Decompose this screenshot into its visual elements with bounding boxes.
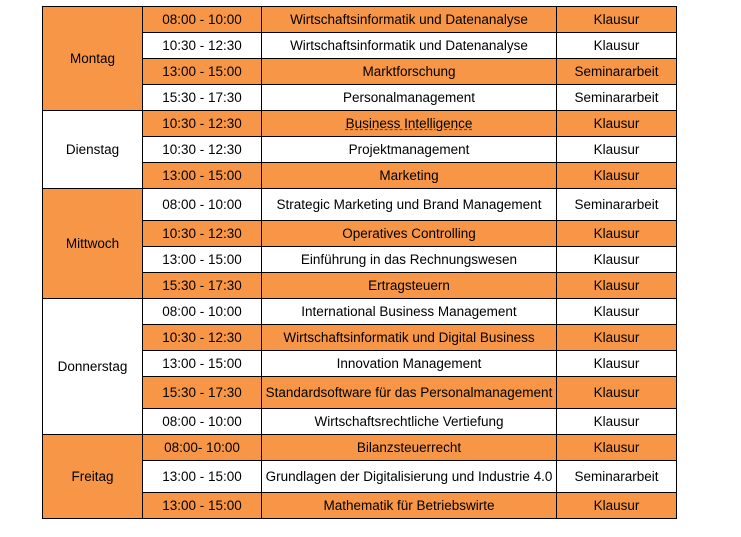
course-cell: Personalmanagement (261, 84, 557, 111)
exam-type-cell: Klausur (556, 434, 677, 461)
course-cell: Wirtschaftsinformatik und Digital Busine… (261, 324, 557, 351)
time-cell: 10:30 - 12:30 (142, 136, 262, 163)
table-row: Freitag 08:00- 10:00 Bilanzsteuerrecht K… (42, 434, 677, 519)
table-row: Dienstag 10:30 - 12:30 Business Intellig… (42, 110, 677, 189)
time-cell: 08:00- 10:00 (142, 434, 262, 461)
exam-type-cell: Klausur (556, 492, 677, 519)
time-cell: 15:30 - 17:30 (142, 376, 262, 409)
course-cell: Innovation Management (261, 350, 557, 377)
exam-type-cell: Klausur (556, 32, 677, 59)
course-cell: Standardsoftware für das Personalmanagem… (261, 376, 557, 409)
course-text: Business Intelligence (345, 116, 473, 131)
exam-type-cell: Seminararbeit (556, 84, 677, 111)
table-row: Mittwoch 08:00 - 10:00 Strategic Marketi… (42, 188, 677, 299)
exam-type-cell: Klausur (556, 376, 677, 409)
exam-type-cell: Klausur (556, 110, 677, 137)
exam-type-cell: Klausur (556, 272, 677, 299)
time-cell: 10:30 - 12:30 (142, 324, 262, 351)
time-cell: 15:30 - 17:30 (142, 272, 262, 299)
exam-type-cell: Seminararbeit (556, 460, 677, 493)
exam-schedule-table: Montag 08:00 - 10:00 Wirtschaftsinformat… (42, 6, 677, 519)
course-cell: Projektmanagement (261, 136, 557, 163)
time-cell: 15:30 - 17:30 (142, 84, 262, 111)
course-cell: Wirtschaftsrechtliche Vertiefung (261, 408, 557, 435)
time-cell: 13:00 - 15:00 (142, 460, 262, 493)
time-cell: 13:00 - 15:00 (142, 246, 262, 273)
course-cell: Marktforschung (261, 58, 557, 85)
course-cell: Business Intelligence (261, 110, 557, 137)
table-row: Montag 08:00 - 10:00 Wirtschaftsinformat… (42, 6, 677, 111)
table-row: Donnerstag 08:00 - 10:00 International B… (42, 298, 677, 435)
exam-type-cell: Klausur (556, 324, 677, 351)
course-cell: Ertragsteuern (261, 272, 557, 299)
exam-type-cell: Klausur (556, 220, 677, 247)
day-cell-dienstag: Dienstag (42, 110, 143, 189)
course-cell: Mathematik für Betriebswirte (261, 492, 557, 519)
course-cell: Wirtschaftsinformatik und Datenanalyse (261, 6, 557, 33)
course-cell: Strategic Marketing und Brand Management (261, 188, 557, 221)
exam-type-cell: Klausur (556, 408, 677, 435)
day-cell-montag: Montag (42, 6, 143, 111)
time-cell: 08:00 - 10:00 (142, 298, 262, 325)
time-cell: 10:30 - 12:30 (142, 220, 262, 247)
exam-type-cell: Klausur (556, 6, 677, 33)
time-cell: 08:00 - 10:00 (142, 188, 262, 221)
course-cell: Marketing (261, 162, 557, 189)
exam-type-cell: Klausur (556, 162, 677, 189)
time-cell: 13:00 - 15:00 (142, 350, 262, 377)
course-cell: Einführung in das Rechnungswesen (261, 246, 557, 273)
time-cell: 08:00 - 10:00 (142, 408, 262, 435)
day-cell-donnerstag: Donnerstag (42, 298, 143, 435)
exam-type-cell: Klausur (556, 136, 677, 163)
time-cell: 08:00 - 10:00 (142, 6, 262, 33)
course-cell: Grundlagen der Digitalisierung und Indus… (261, 460, 557, 493)
course-cell: Wirtschaftsinformatik und Datenanalyse (261, 32, 557, 59)
time-cell: 13:00 - 15:00 (142, 58, 262, 85)
time-cell: 10:30 - 12:30 (142, 32, 262, 59)
day-cell-freitag: Freitag (42, 434, 143, 519)
exam-type-cell: Klausur (556, 350, 677, 377)
time-cell: 13:00 - 15:00 (142, 162, 262, 189)
course-cell: International Business Management (261, 298, 557, 325)
exam-type-cell: Klausur (556, 246, 677, 273)
time-cell: 10:30 - 12:30 (142, 110, 262, 137)
exam-type-cell: Seminararbeit (556, 58, 677, 85)
time-cell: 13:00 - 15:00 (142, 492, 262, 519)
exam-type-cell: Seminararbeit (556, 188, 677, 221)
exam-type-cell: Klausur (556, 298, 677, 325)
course-cell: Operatives Controlling (261, 220, 557, 247)
course-cell: Bilanzsteuerrecht (261, 434, 557, 461)
day-cell-mittwoch: Mittwoch (42, 188, 143, 299)
